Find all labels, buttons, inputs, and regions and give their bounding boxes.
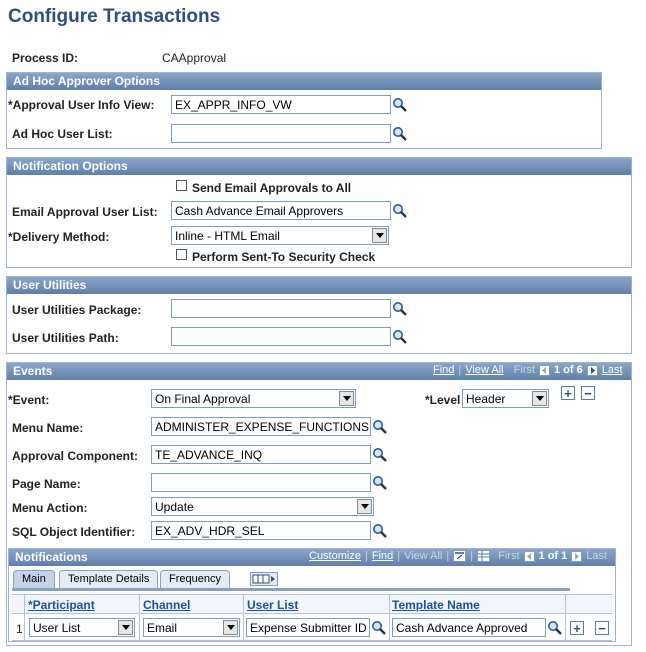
- page-title: Configure Transactions: [8, 6, 221, 27]
- notifications-find-link[interactable]: Find: [372, 550, 393, 562]
- lookup-icon[interactable]: [392, 329, 408, 345]
- add-notification-button[interactable]: +: [570, 621, 584, 635]
- lookup-icon[interactable]: [392, 301, 408, 317]
- grid-header-row: [12, 594, 612, 614]
- menu-name-input[interactable]: ADMINISTER_EXPENSE_FUNCTIONS: [151, 417, 371, 436]
- lookup-icon[interactable]: [372, 419, 388, 435]
- chevron-down-icon: [118, 620, 133, 635]
- approval-component-input[interactable]: TE_ADVANCE_INQ: [151, 445, 371, 464]
- lookup-icon[interactable]: [392, 126, 408, 142]
- sql-object-label: SQL Object Identifier:: [12, 525, 136, 539]
- delivery-method-label: *Delivery Method:: [8, 230, 110, 244]
- events-last-link[interactable]: Last: [602, 364, 623, 376]
- menu-name-label: Menu Name:: [12, 421, 84, 435]
- tab-main[interactable]: Main: [13, 570, 55, 588]
- utilities-header: User Utilities: [7, 277, 631, 294]
- column-user-list[interactable]: User List: [247, 598, 298, 612]
- process-id-value: CAApproval: [162, 51, 227, 65]
- delivery-method-select[interactable]: Inline - HTML Email: [171, 226, 389, 245]
- events-view-all-link[interactable]: View All: [465, 364, 503, 376]
- events-title: Events: [13, 364, 53, 378]
- adhoc-user-list-label: Ad Hoc User List:: [12, 127, 113, 141]
- menu-action-select[interactable]: Update: [151, 497, 374, 516]
- tab-template-details[interactable]: Template Details: [59, 570, 159, 588]
- customize-link[interactable]: Customize: [309, 550, 361, 562]
- email-list-label: Email Approval User List:: [12, 205, 158, 219]
- utilities-path-input[interactable]: [171, 327, 391, 346]
- delete-notification-button[interactable]: −: [595, 621, 609, 635]
- event-value: On Final Approval: [155, 392, 251, 406]
- events-first: First: [513, 364, 535, 376]
- utilities-package-input[interactable]: [171, 299, 391, 318]
- column-participant[interactable]: *Participant: [28, 598, 95, 612]
- chevron-down-icon: [372, 228, 387, 243]
- approval-view-input[interactable]: EX_APPR_INFO_VW: [171, 95, 391, 114]
- next-arrow-icon[interactable]: [571, 550, 583, 562]
- level-value: Header: [466, 392, 506, 406]
- column-template-name[interactable]: Template Name: [392, 598, 480, 612]
- prev-arrow-icon[interactable]: [538, 364, 550, 376]
- notifications-count: 1 of 1: [538, 550, 568, 562]
- notifications-nav: Customize | Find | View All | | First 1 …: [309, 550, 608, 562]
- utilities-package-label: User Utilities Package:: [12, 303, 142, 317]
- approval-view-label: *Approval User Info View:: [8, 98, 155, 112]
- template-name-input[interactable]: Cash Advance Approved: [392, 618, 546, 637]
- lookup-icon[interactable]: [372, 447, 388, 463]
- prev-arrow-icon[interactable]: [523, 550, 535, 562]
- chevron-down-icon: [339, 391, 354, 406]
- level-select[interactable]: Header: [462, 389, 549, 408]
- lookup-icon[interactable]: [372, 475, 388, 491]
- notifications-view-all: View All: [404, 550, 443, 562]
- page-name-label: Page Name:: [12, 477, 81, 491]
- notifications-title: Notifications: [15, 550, 88, 564]
- zoom-icon[interactable]: [453, 550, 467, 562]
- page-name-input[interactable]: [151, 473, 371, 492]
- send-all-checkbox[interactable]: [176, 180, 187, 191]
- lookup-icon[interactable]: [371, 620, 387, 636]
- lookup-icon[interactable]: [392, 97, 408, 113]
- adhoc-header: Ad Hoc Approver Options: [7, 73, 601, 90]
- delivery-method-value: Inline - HTML Email: [175, 229, 280, 243]
- process-id-label: Process ID:: [12, 51, 79, 65]
- send-all-label: Send Email Approvals to All: [192, 181, 352, 195]
- event-label: *Event:: [8, 393, 50, 407]
- participant-select[interactable]: User List: [29, 618, 135, 637]
- notifications-last: Last: [586, 550, 608, 562]
- next-arrow-icon[interactable]: [586, 364, 598, 376]
- sql-object-input[interactable]: EX_ADV_HDR_SEL: [151, 521, 371, 540]
- chevron-down-icon: [532, 391, 547, 406]
- events-nav: Find | View All First 1 of 6 Last: [433, 364, 623, 376]
- security-check-checkbox[interactable]: [176, 249, 187, 260]
- tab-frequency[interactable]: Frequency: [160, 570, 230, 588]
- channel-value: Email: [147, 621, 178, 635]
- column-channel[interactable]: Channel: [143, 598, 190, 612]
- lookup-icon[interactable]: [372, 523, 388, 539]
- row-number: 1: [16, 622, 23, 636]
- tab-divider: [12, 588, 570, 591]
- lookup-icon[interactable]: [547, 620, 563, 636]
- events-count: 1 of 6: [553, 364, 583, 376]
- show-all-columns-icon[interactable]: [250, 572, 278, 586]
- delete-row-button[interactable]: −: [581, 386, 595, 400]
- utilities-path-label: User Utilities Path:: [12, 331, 119, 345]
- security-check-label: Perform Sent-To Security Check: [192, 250, 376, 264]
- chevron-down-icon: [223, 620, 238, 635]
- channel-select[interactable]: Email: [143, 618, 240, 637]
- chevron-down-icon: [357, 499, 372, 514]
- adhoc-user-list-input[interactable]: [171, 124, 391, 143]
- user-list-input[interactable]: Expense Submitter ID: [246, 618, 370, 637]
- menu-action-label: Menu Action:: [12, 501, 88, 515]
- approval-component-label: Approval Component:: [12, 449, 138, 463]
- events-find-link[interactable]: Find: [433, 364, 454, 376]
- participant-value: User List: [33, 621, 81, 635]
- email-list-input[interactable]: Cash Advance Email Approvers: [171, 201, 391, 220]
- notification-header: Notification Options: [7, 158, 631, 175]
- menu-action-value: Update: [155, 500, 194, 514]
- add-row-button[interactable]: +: [561, 386, 575, 400]
- level-label: *Level: [425, 393, 461, 407]
- event-select[interactable]: On Final Approval: [151, 389, 356, 408]
- lookup-icon[interactable]: [392, 203, 408, 219]
- download-grid-icon[interactable]: [477, 550, 491, 562]
- notifications-first: First: [498, 550, 520, 562]
